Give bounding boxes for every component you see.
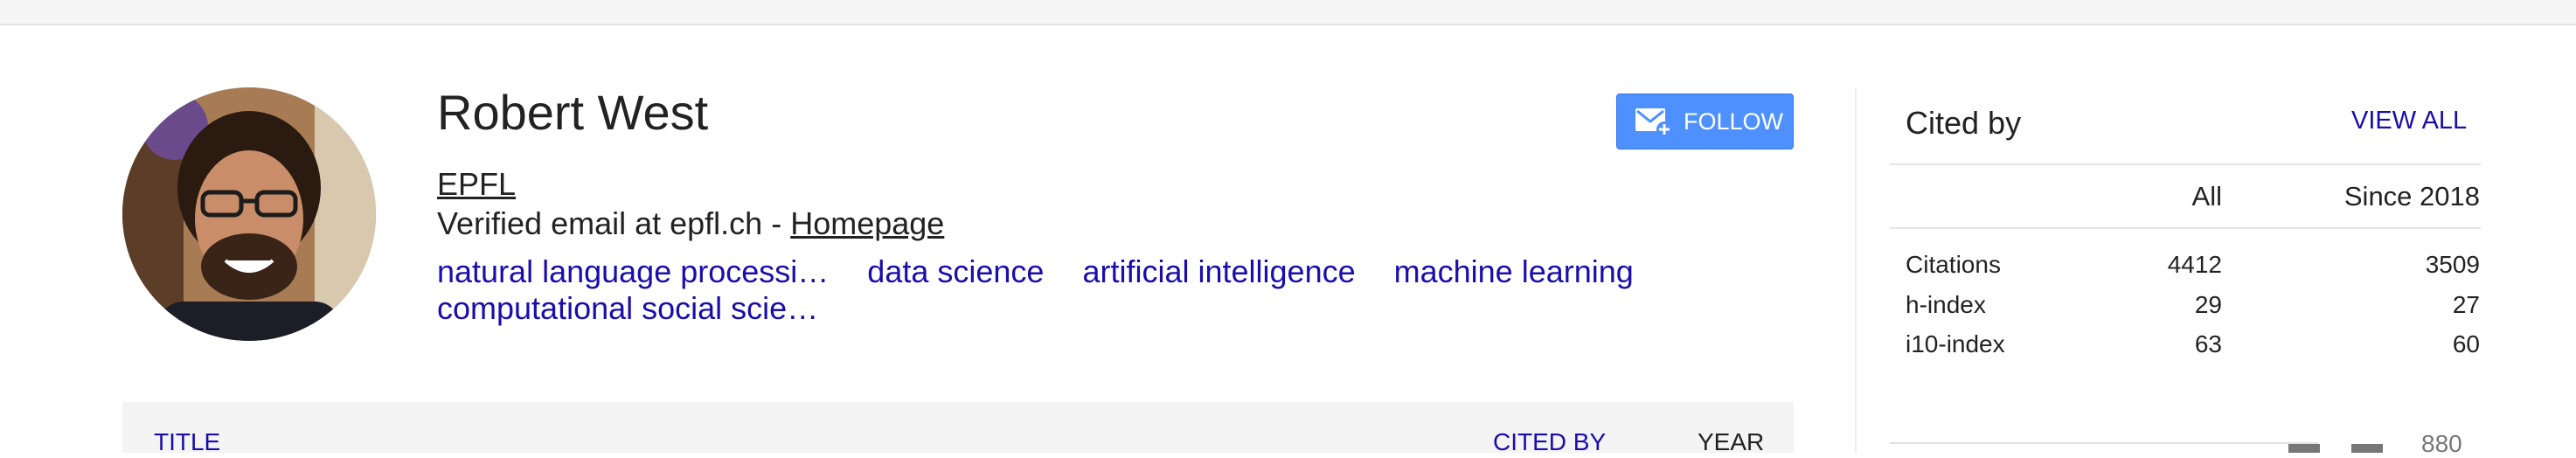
stat-all-value: 29 bbox=[2194, 291, 2222, 318]
stat-all-value: 63 bbox=[2194, 330, 2222, 357]
publications-table-header: TITLE CITED BY YEAR bbox=[122, 402, 1794, 456]
follow-button[interactable]: FOLLOW bbox=[1616, 94, 1794, 149]
citation-bar[interactable] bbox=[2351, 444, 2383, 453]
profile-name: Robert West bbox=[437, 85, 709, 140]
citations-row: Citations 4412 3509 bbox=[0, 251, 2576, 286]
stat-since-value: 3509 bbox=[2425, 251, 2480, 278]
divider bbox=[1890, 227, 2481, 229]
follow-label: FOLLOW bbox=[1684, 108, 1784, 135]
chart-gridline bbox=[1890, 442, 2318, 444]
top-bar bbox=[0, 0, 2576, 25]
since-column-header: Since 2018 bbox=[2343, 181, 2480, 212]
chart-axis-label: 880 bbox=[2421, 430, 2462, 457]
i10-index-row: i10-index 63 60 bbox=[0, 330, 2576, 365]
citation-bar[interactable] bbox=[2288, 444, 2320, 453]
affiliation-link[interactable]: EPFL bbox=[437, 166, 516, 203]
stat-label: i10-index bbox=[1906, 330, 2005, 357]
view-all-link[interactable]: VIEW ALL bbox=[2351, 107, 2467, 135]
verified-email-text: Verified email at epfl.ch - bbox=[437, 205, 791, 241]
mail-plus-icon bbox=[1635, 108, 1672, 137]
stat-all-value: 4412 bbox=[2167, 251, 2222, 278]
title-column-header[interactable]: TITLE bbox=[154, 428, 220, 456]
cited-by-column-header[interactable]: CITED BY bbox=[1493, 428, 1606, 456]
stat-since-value: 60 bbox=[2452, 330, 2480, 357]
email-line: Verified email at epfl.ch - Homepage bbox=[437, 205, 944, 242]
divider bbox=[1890, 163, 2481, 165]
stat-label: h-index bbox=[1906, 291, 1986, 318]
h-index-row: h-index 29 27 bbox=[0, 291, 2576, 326]
homepage-link[interactable]: Homepage bbox=[790, 205, 944, 241]
stat-since-value: 27 bbox=[2452, 291, 2480, 318]
stat-label: Citations bbox=[1906, 251, 2001, 278]
cited-by-title: Cited by bbox=[1906, 105, 2022, 141]
all-column-header: All bbox=[2191, 181, 2222, 212]
year-column-header[interactable]: YEAR bbox=[1698, 428, 1764, 456]
